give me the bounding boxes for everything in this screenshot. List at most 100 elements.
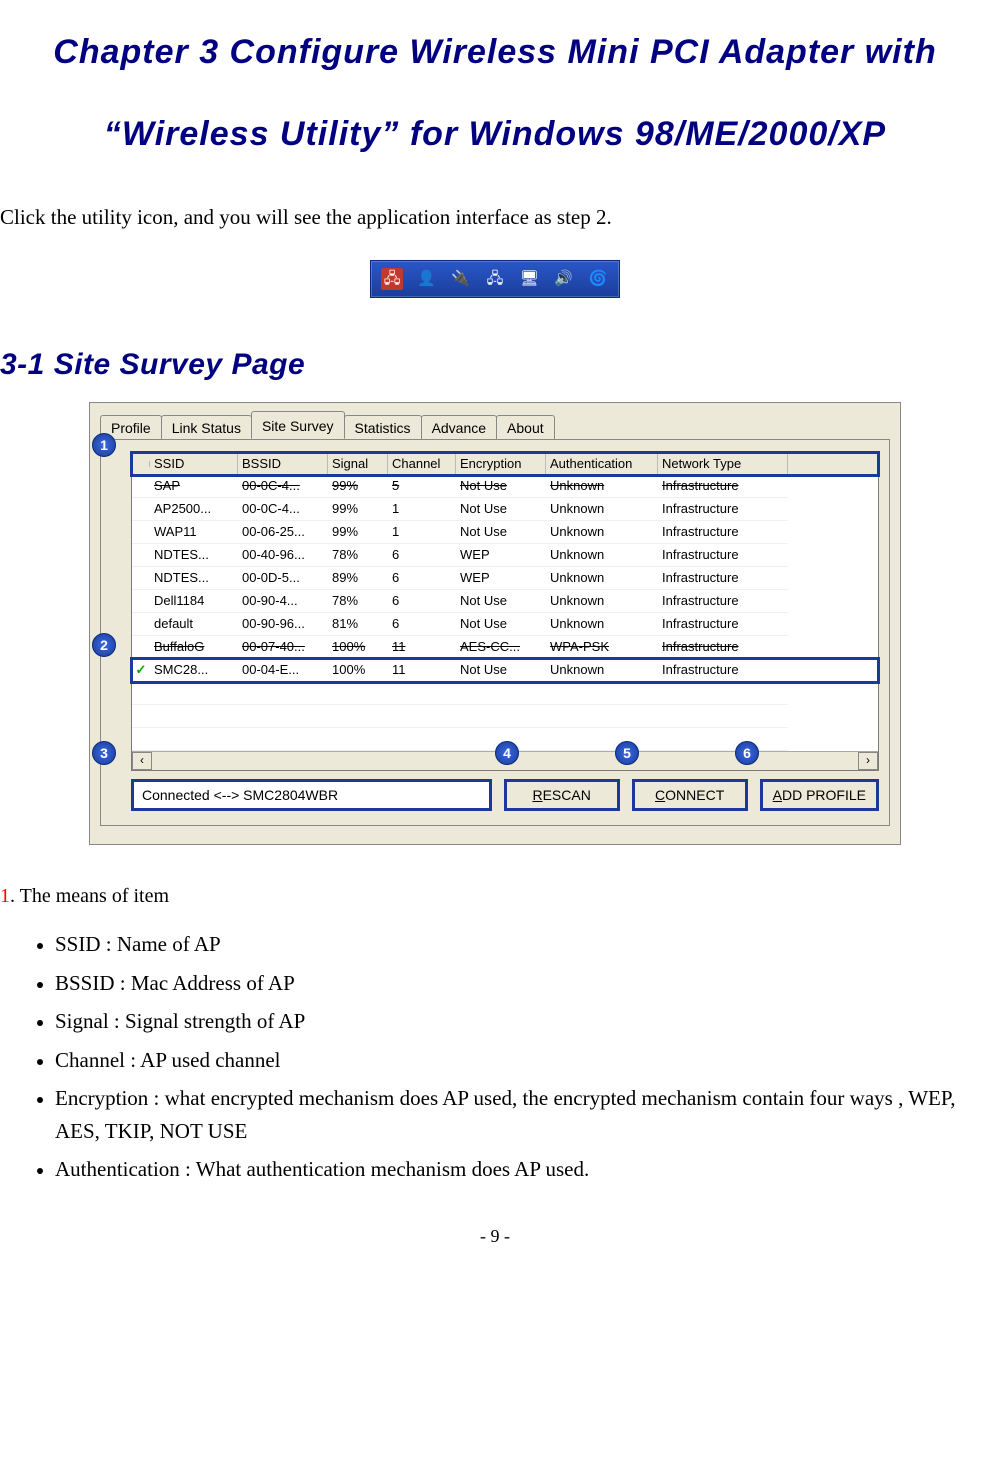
cell: 99% (328, 475, 388, 498)
scroll-right-button[interactable]: › (858, 752, 878, 770)
bullet-signal: Signal : Signal strength of AP (55, 1005, 990, 1038)
ap-listview[interactable]: SSID BSSID Signal Channel Encryption Aut… (131, 452, 879, 771)
cell (132, 728, 150, 751)
cell: Infrastructure (658, 590, 788, 613)
cell: WAP11 (150, 521, 238, 544)
list-heading: 1. The means of item (0, 885, 990, 908)
cell: AES-CC... (456, 636, 546, 659)
site-survey-screenshot: 1 2 3 4 5 6 Profile Link Status Site Sur… (89, 402, 901, 845)
cell: 00-0C-4... (238, 498, 328, 521)
cell: 100% (328, 659, 388, 682)
tray-icon: 🔊 (553, 268, 575, 290)
add-profile-button[interactable]: ADD PROFILE (760, 779, 879, 811)
cell: 00-90-96... (238, 613, 328, 636)
col-authentication[interactable]: Authentication (546, 453, 658, 474)
cell: Not Use (456, 475, 546, 498)
bullet-channel: Channel : AP used channel (55, 1044, 990, 1077)
cell: 78% (328, 544, 388, 567)
cell (132, 682, 150, 705)
chapter-title: Chapter 3 Configure Wireless Mini PCI Ad… (20, 12, 970, 175)
cell: Infrastructure (658, 613, 788, 636)
cell (238, 705, 328, 728)
col-channel[interactable]: Channel (388, 453, 456, 474)
bullet-ssid: SSID : Name of AP (55, 928, 990, 961)
cell (546, 705, 658, 728)
cell (132, 636, 150, 659)
table-row[interactable]: SAP00-0C-4...99%5Not UseUnknownInfrastru… (132, 475, 878, 498)
cell: BuffaloG (150, 636, 238, 659)
tab-link-status[interactable]: Link Status (161, 415, 252, 440)
cell: SAP (150, 475, 238, 498)
cell (132, 498, 150, 521)
cell: 1 (388, 521, 456, 544)
cell: Unknown (546, 498, 658, 521)
cell: 6 (388, 613, 456, 636)
cell: 00-06-25... (238, 521, 328, 544)
cell (388, 728, 456, 751)
tray-icon: 👤 (415, 268, 437, 290)
tab-site-survey[interactable]: Site Survey (251, 411, 345, 439)
cell: Infrastructure (658, 521, 788, 544)
cell (132, 590, 150, 613)
rescan-label: ESCAN (543, 787, 591, 803)
cell: 11 (388, 636, 456, 659)
table-row[interactable]: BuffaloG00-07-40...100%11AES-CC...WPA-PS… (132, 636, 878, 659)
callout-badge-5: 5 (615, 741, 639, 765)
cell: Dell1184 (150, 590, 238, 613)
connect-label: ONNECT (665, 787, 724, 803)
table-row[interactable]: Dell118400-90-4...78%6Not UseUnknownInfr… (132, 590, 878, 613)
connect-button[interactable]: CONNECT (632, 779, 748, 811)
col-bssid[interactable]: BSSID (238, 453, 328, 474)
cell: Infrastructure (658, 636, 788, 659)
cell: Unknown (546, 590, 658, 613)
cell: Not Use (456, 498, 546, 521)
cell (132, 659, 150, 682)
tab-statistics[interactable]: Statistics (344, 415, 422, 440)
cell: Not Use (456, 613, 546, 636)
cell: Unknown (546, 475, 658, 498)
table-row[interactable]: NDTES...00-40-96...78%6WEPUnknownInfrast… (132, 544, 878, 567)
tray-icon: 🖥 (518, 268, 540, 290)
table-row[interactable]: NDTES...00-0D-5...89%6WEPUnknownInfrastr… (132, 567, 878, 590)
bullet-authentication: Authentication : What authentication mec… (55, 1153, 990, 1186)
scroll-left-button[interactable]: ‹ (132, 752, 152, 770)
table-row[interactable]: WAP1100-06-25...99%1Not UseUnknownInfras… (132, 521, 878, 544)
systray-icon-strip: 🖧 👤 🔌 🖧 🖥 🔊 🌀 (370, 260, 620, 298)
cell (328, 705, 388, 728)
cell: Not Use (456, 590, 546, 613)
cell (546, 682, 658, 705)
col-signal[interactable]: Signal (328, 453, 388, 474)
listview-header: SSID BSSID Signal Channel Encryption Aut… (132, 453, 878, 475)
cell (456, 682, 546, 705)
callout-badge-1: 1 (92, 433, 116, 457)
callout-badge-4: 4 (495, 741, 519, 765)
callout-badge-3: 3 (92, 741, 116, 765)
callout-badge-2: 2 (92, 633, 116, 657)
table-row[interactable]: default00-90-96...81%6Not UseUnknownInfr… (132, 613, 878, 636)
cell: AP2500... (150, 498, 238, 521)
cell (658, 728, 788, 751)
cell: Not Use (456, 659, 546, 682)
chapter-title-line2: “Wireless Utility” for Windows 98/ME/200… (104, 115, 886, 153)
table-row[interactable]: AP2500...00-0C-4...99%1Not UseUnknownInf… (132, 498, 878, 521)
col-encryption[interactable]: Encryption (456, 453, 546, 474)
cell: NDTES... (150, 567, 238, 590)
table-row[interactable]: SMC28...00-04-E...100%11Not UseUnknownIn… (132, 659, 878, 682)
col-ssid[interactable]: SSID (150, 453, 238, 474)
add-profile-label: DD PROFILE (782, 787, 866, 803)
tab-about[interactable]: About (496, 415, 555, 440)
tray-icon: 🔌 (450, 268, 472, 290)
cell: 99% (328, 521, 388, 544)
cell (132, 613, 150, 636)
cell: Unknown (546, 567, 658, 590)
cell (132, 567, 150, 590)
cell: 5 (388, 475, 456, 498)
col-network-type[interactable]: Network Type (658, 453, 788, 474)
col-icon[interactable] (132, 461, 150, 467)
cell (132, 475, 150, 498)
cell: Unknown (546, 613, 658, 636)
rescan-button[interactable]: RESCAN (504, 779, 620, 811)
cell (132, 705, 150, 728)
cell: 00-40-96... (238, 544, 328, 567)
tab-advance[interactable]: Advance (421, 415, 497, 440)
